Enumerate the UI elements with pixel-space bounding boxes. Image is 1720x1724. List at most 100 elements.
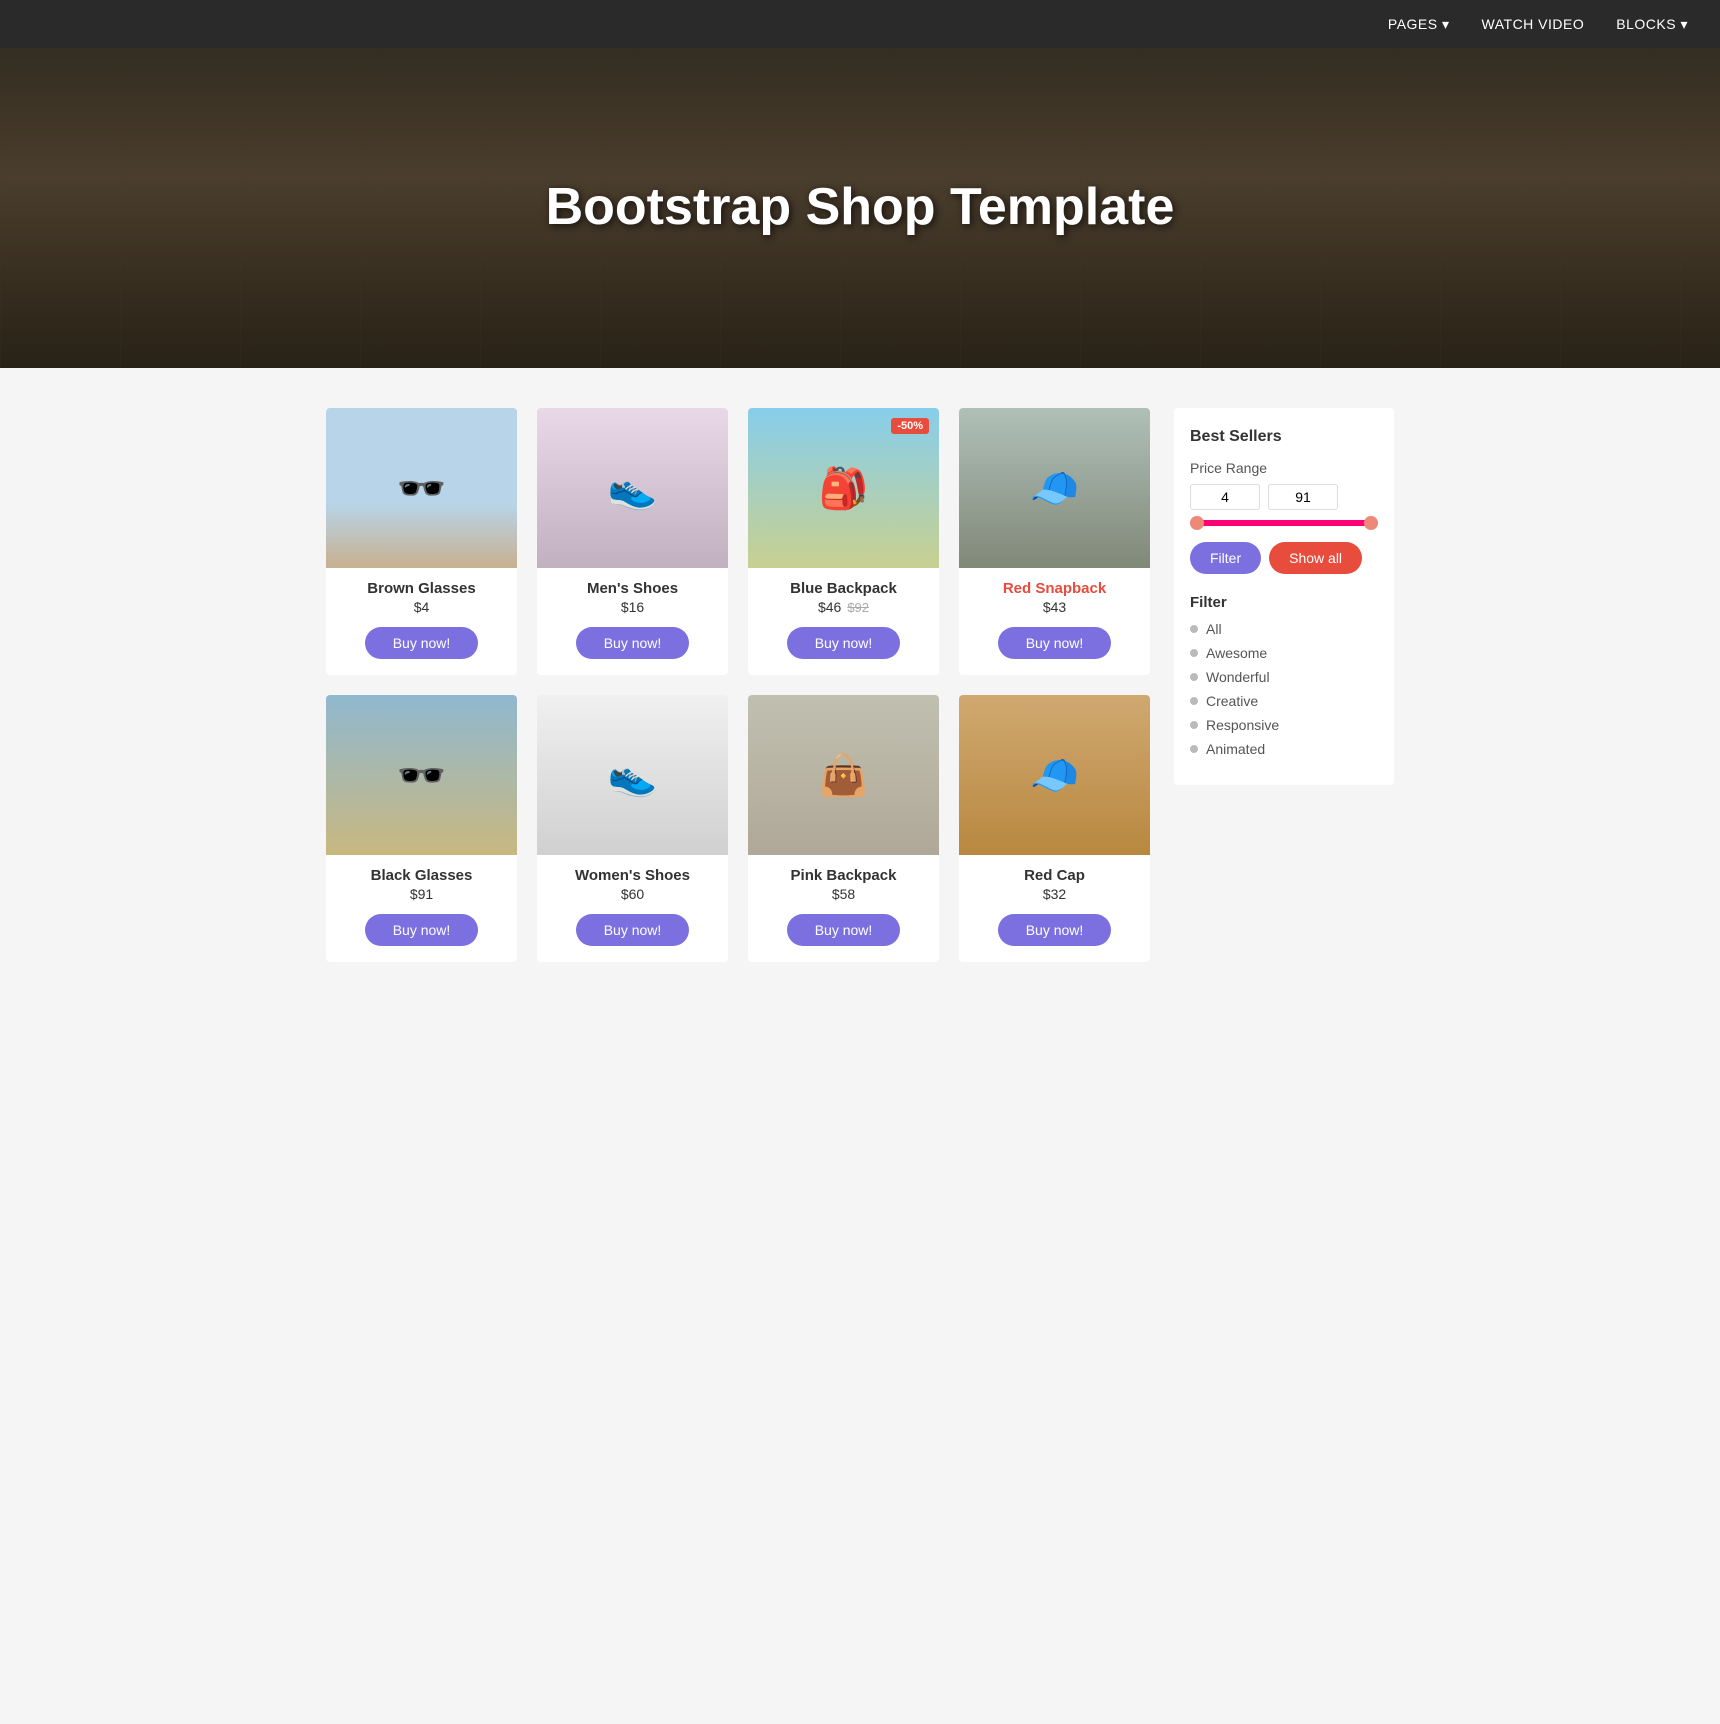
product-name-red-snapback: Red Snapback <box>1003 580 1106 597</box>
sale-badge-blue-backpack: -50% <box>891 418 929 434</box>
filter-item-wonderful[interactable]: Wonderful <box>1190 669 1378 685</box>
product-image-bg-black-glasses: 🕶️ <box>326 695 517 855</box>
product-name-mens-shoes: Men's Shoes <box>587 580 678 597</box>
product-image-bg-red-snapback: 🧢 <box>959 408 1150 568</box>
price-row-mens-shoes: $16 <box>621 599 644 615</box>
price-row-pink-backpack: $58 <box>832 886 855 902</box>
price-pink-backpack: $58 <box>832 886 855 902</box>
range-fill <box>1190 520 1378 526</box>
filter-dot-icon <box>1190 745 1198 753</box>
blocks-arrow-icon: ▾ <box>1680 16 1688 32</box>
price-range-label: Price Range <box>1190 460 1378 476</box>
product-card-blue-backpack: 🎒-50% Blue Backpack $46 $92 Buy now! <box>748 408 939 675</box>
sidebar-panel: Best Sellers Price Range Filter Show all… <box>1174 408 1394 785</box>
filter-item-label: Animated <box>1206 741 1265 757</box>
filter-dot-icon <box>1190 625 1198 633</box>
price-red-cap: $32 <box>1043 886 1066 902</box>
price-row-brown-glasses: $4 <box>414 599 430 615</box>
product-name-blue-backpack: Blue Backpack <box>790 580 897 597</box>
filter-item-label: Awesome <box>1206 645 1267 661</box>
navigation: PAGES ▾ WATCH VIDEO BLOCKS ▾ <box>0 0 1720 48</box>
filter-item-label: Wonderful <box>1206 669 1270 685</box>
product-card-red-snapback: 🧢 Red Snapback $43 Buy now! <box>959 408 1150 675</box>
filter-dot-icon <box>1190 721 1198 729</box>
buy-button-blue-backpack[interactable]: Buy now! <box>787 627 901 659</box>
filter-dot-icon <box>1190 649 1198 657</box>
nav-blocks[interactable]: BLOCKS ▾ <box>1616 16 1688 33</box>
product-image-pink-backpack: 👜 <box>748 695 939 855</box>
filter-item-creative[interactable]: Creative <box>1190 693 1378 709</box>
filter-item-label: All <box>1206 621 1222 637</box>
product-image-blue-backpack: 🎒-50% <box>748 408 939 568</box>
buy-button-black-glasses[interactable]: Buy now! <box>365 914 479 946</box>
filter-item-responsive[interactable]: Responsive <box>1190 717 1378 733</box>
sidebar-buttons: Filter Show all <box>1190 542 1378 574</box>
product-image-womens-shoes: 👟 <box>537 695 728 855</box>
product-card-black-glasses: 🕶️ Black Glasses $91 Buy now! <box>326 695 517 962</box>
product-card-brown-glasses: 🕶️ Brown Glasses $4 Buy now! <box>326 408 517 675</box>
price-original-blue-backpack: $92 <box>847 600 869 615</box>
price-row-black-glasses: $91 <box>410 886 433 902</box>
bestsellers-label: Best Sellers <box>1190 428 1378 446</box>
buy-button-brown-glasses[interactable]: Buy now! <box>365 627 479 659</box>
product-image-bg-brown-glasses: 🕶️ <box>326 408 517 568</box>
price-row-womens-shoes: $60 <box>621 886 644 902</box>
nav-watch-video[interactable]: WATCH VIDEO <box>1482 16 1585 32</box>
buy-button-pink-backpack[interactable]: Buy now! <box>787 914 901 946</box>
filter-item-label: Responsive <box>1206 717 1279 733</box>
main-container: 🕶️ Brown Glasses $4 Buy now! 👟 Men's Shoes $16… <box>310 408 1410 962</box>
range-thumb-left[interactable] <box>1190 516 1204 530</box>
buy-button-mens-shoes[interactable]: Buy now! <box>576 627 690 659</box>
price-red-snapback: $43 <box>1043 599 1066 615</box>
filter-button[interactable]: Filter <box>1190 542 1261 574</box>
filter-section-title: Filter <box>1190 594 1378 611</box>
product-image-bg-mens-shoes: 👟 <box>537 408 728 568</box>
product-image-red-snapback: 🧢 <box>959 408 1150 568</box>
filter-list: All Awesome Wonderful Creative Responsive Ani… <box>1190 621 1378 757</box>
filter-item-animated[interactable]: Animated <box>1190 741 1378 757</box>
price-womens-shoes: $60 <box>621 886 644 902</box>
show-all-button[interactable]: Show all <box>1269 542 1362 574</box>
price-min-input[interactable] <box>1190 484 1260 510</box>
filter-item-all[interactable]: All <box>1190 621 1378 637</box>
buy-button-red-snapback[interactable]: Buy now! <box>998 627 1112 659</box>
product-image-red-cap: 🧢 <box>959 695 1150 855</box>
product-card-red-cap: 🧢 Red Cap $32 Buy now! <box>959 695 1150 962</box>
product-image-mens-shoes: 👟 <box>537 408 728 568</box>
price-inputs <box>1190 484 1378 510</box>
hero-section: Bootstrap Shop Template <box>0 48 1720 368</box>
product-image-black-glasses: 🕶️ <box>326 695 517 855</box>
hero-title: Bootstrap Shop Template <box>546 178 1175 238</box>
product-grid: 🕶️ Brown Glasses $4 Buy now! 👟 Men's Shoes $16… <box>326 408 1150 962</box>
buy-button-red-cap[interactable]: Buy now! <box>998 914 1112 946</box>
buy-button-womens-shoes[interactable]: Buy now! <box>576 914 690 946</box>
product-name-womens-shoes: Women's Shoes <box>575 867 690 884</box>
price-row-red-cap: $32 <box>1043 886 1066 902</box>
product-name-black-glasses: Black Glasses <box>371 867 473 884</box>
product-name-red-cap: Red Cap <box>1024 867 1085 884</box>
price-row-blue-backpack: $46 $92 <box>818 599 869 615</box>
product-name-pink-backpack: Pink Backpack <box>791 867 897 884</box>
nav-pages[interactable]: PAGES ▾ <box>1388 16 1450 33</box>
filter-dot-icon <box>1190 673 1198 681</box>
price-brown-glasses: $4 <box>414 599 430 615</box>
product-name-brown-glasses: Brown Glasses <box>367 580 475 597</box>
price-black-glasses: $91 <box>410 886 433 902</box>
sidebar: Best Sellers Price Range Filter Show all… <box>1174 408 1394 962</box>
price-row-red-snapback: $43 <box>1043 599 1066 615</box>
range-thumb-right[interactable] <box>1364 516 1378 530</box>
product-card-womens-shoes: 👟 Women's Shoes $60 Buy now! <box>537 695 728 962</box>
filter-dot-icon <box>1190 697 1198 705</box>
product-card-mens-shoes: 👟 Men's Shoes $16 Buy now! <box>537 408 728 675</box>
product-image-bg-pink-backpack: 👜 <box>748 695 939 855</box>
filter-item-awesome[interactable]: Awesome <box>1190 645 1378 661</box>
price-mens-shoes: $16 <box>621 599 644 615</box>
product-image-bg-red-cap: 🧢 <box>959 695 1150 855</box>
product-image-brown-glasses: 🕶️ <box>326 408 517 568</box>
price-range-bar <box>1190 520 1378 526</box>
filter-item-label: Creative <box>1206 693 1258 709</box>
price-max-input[interactable] <box>1268 484 1338 510</box>
pages-arrow-icon: ▾ <box>1442 16 1450 32</box>
product-image-bg-womens-shoes: 👟 <box>537 695 728 855</box>
price-blue-backpack: $46 <box>818 599 841 615</box>
